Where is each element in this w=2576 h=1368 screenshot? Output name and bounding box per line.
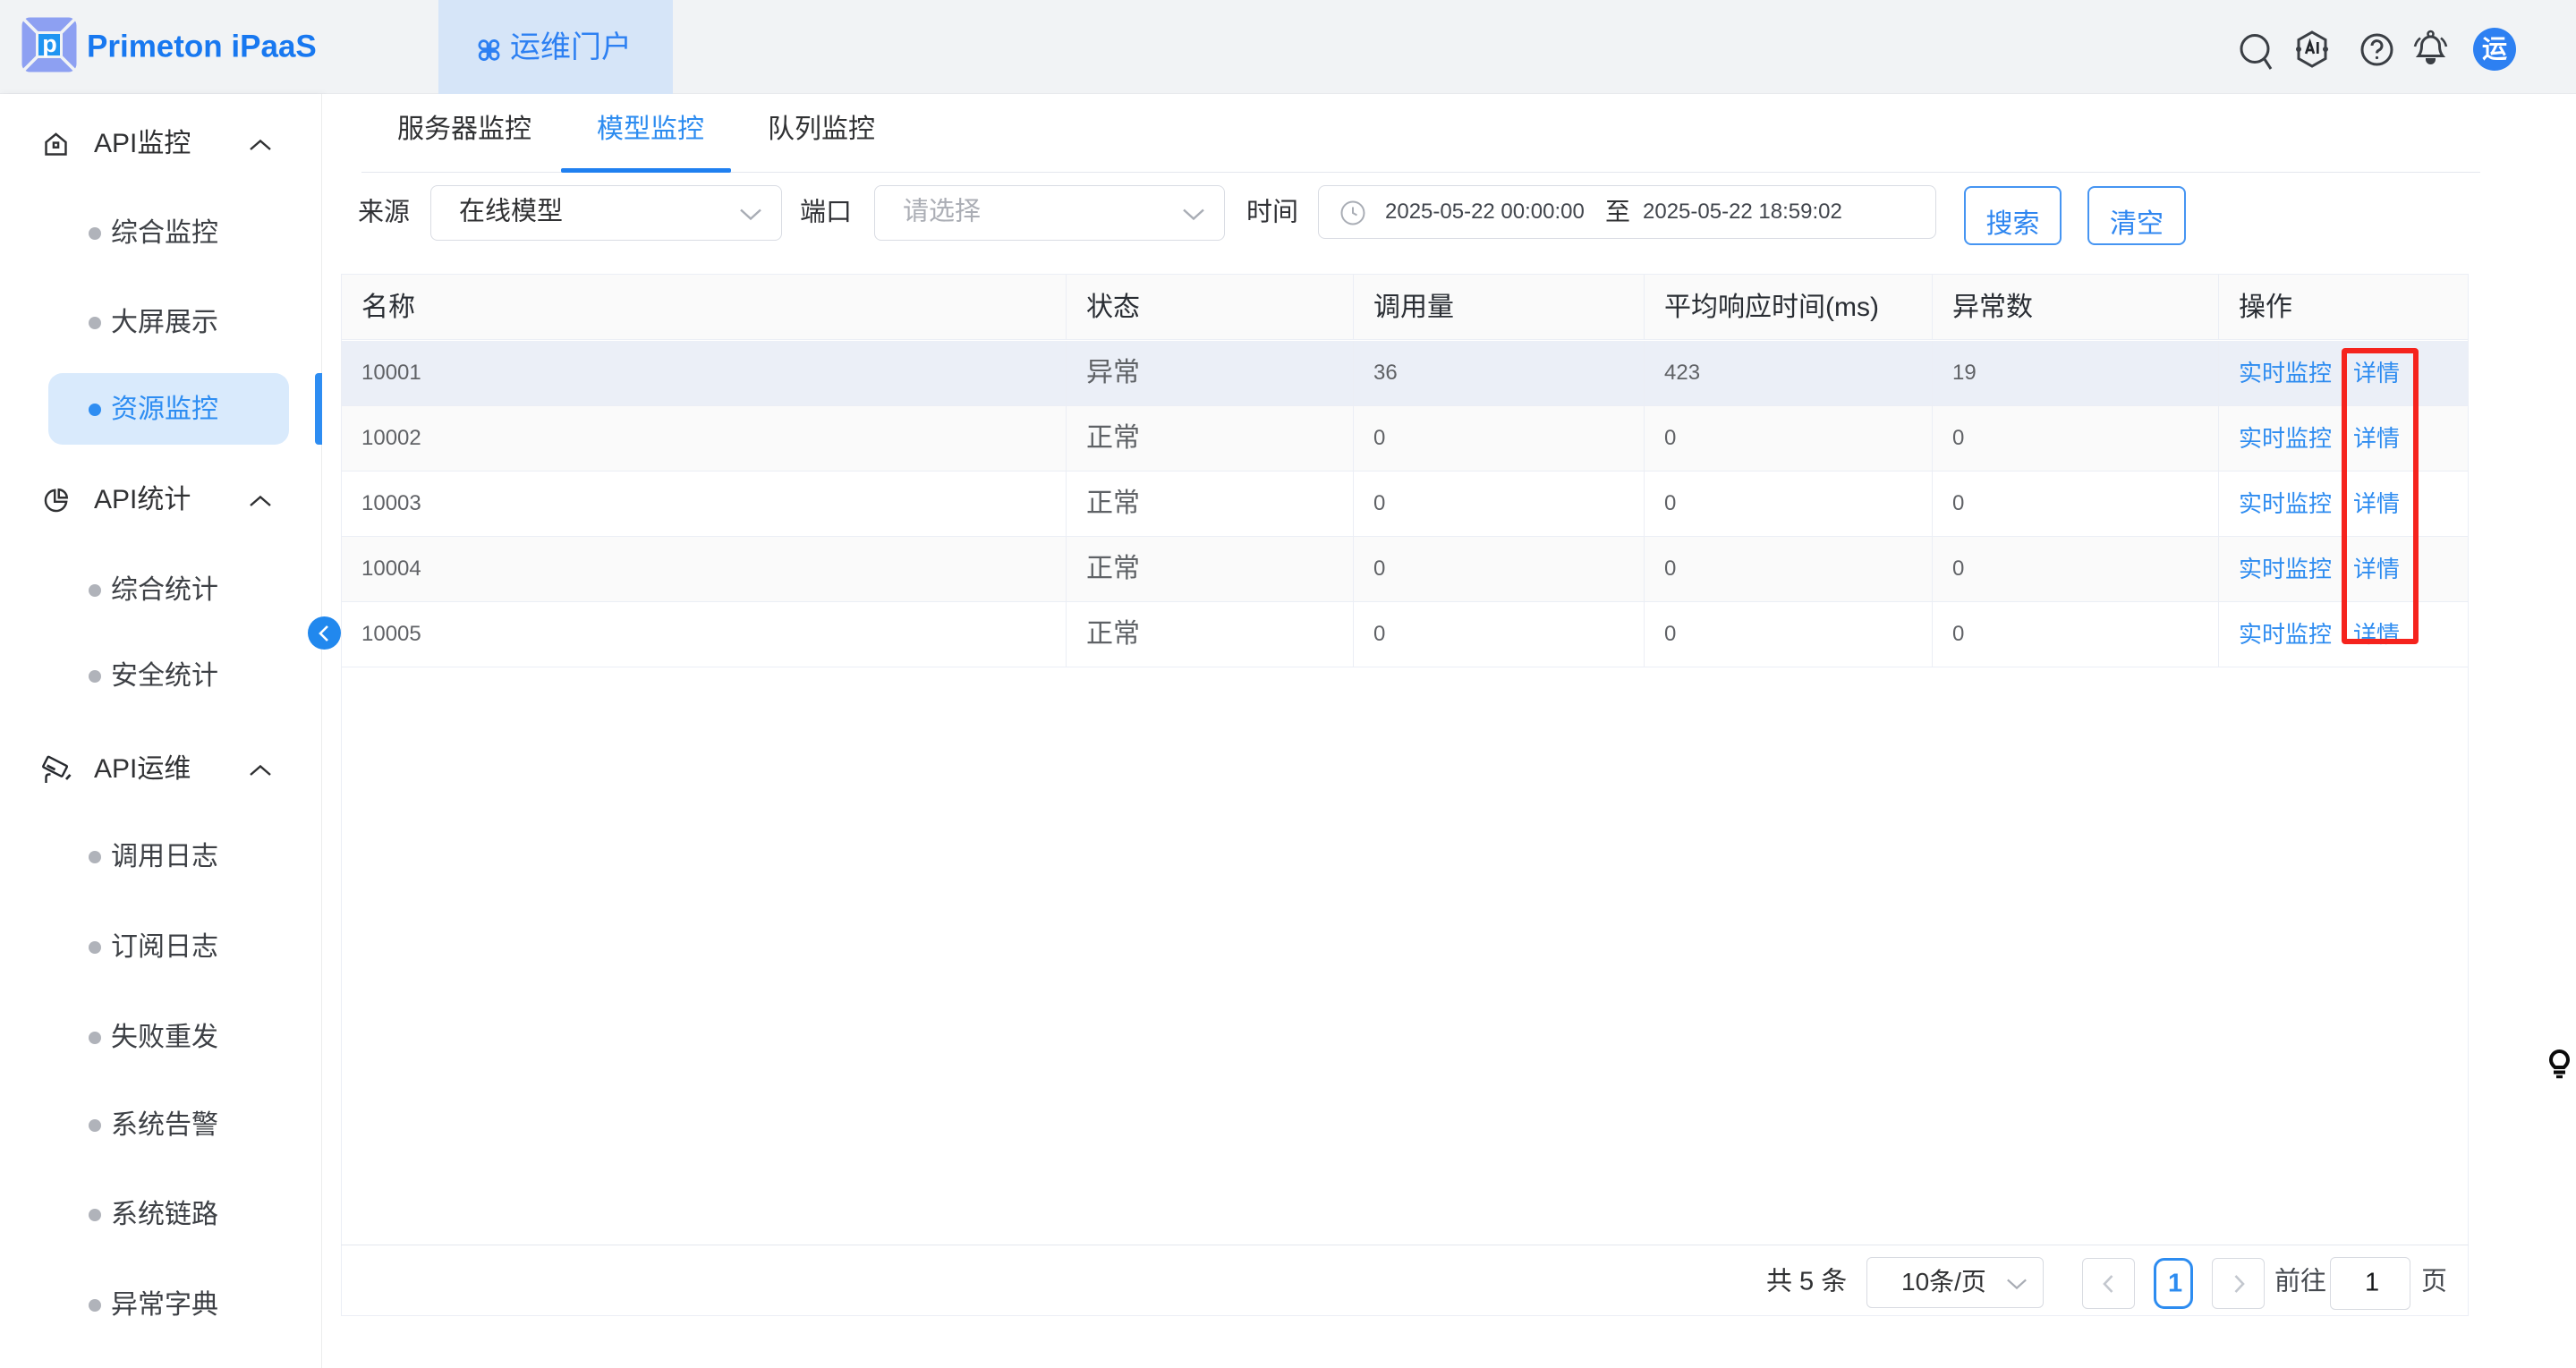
svg-text:p: p <box>42 30 57 57</box>
